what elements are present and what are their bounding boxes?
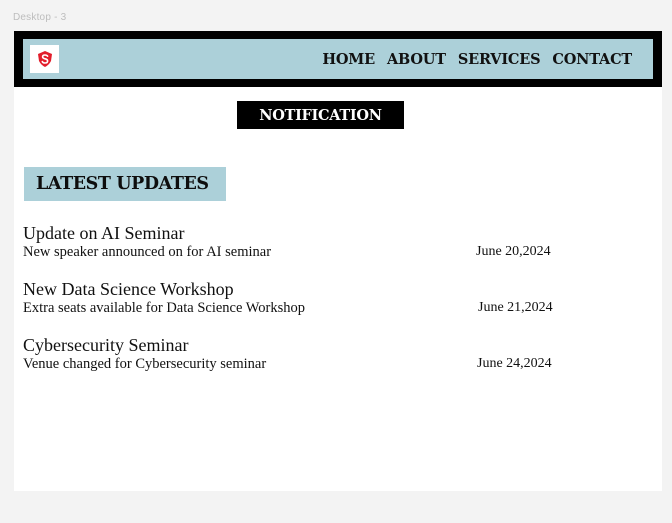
latest-updates-heading: LATEST UPDATES <box>24 167 226 201</box>
nav-links: HOME ABOUT SERVICES CONTACT <box>322 39 632 79</box>
update-title: Update on AI Seminar <box>23 223 185 243</box>
nav-home[interactable]: HOME <box>322 51 375 68</box>
update-date: June 24,2024 <box>477 356 552 371</box>
navbar: HOME ABOUT SERVICES CONTACT <box>14 31 662 87</box>
nav-contact[interactable]: CONTACT <box>552 51 632 68</box>
update-item: Cybersecurity Seminar Venue changed for … <box>23 335 583 373</box>
update-date: June 20,2024 <box>476 244 551 259</box>
nav-services[interactable]: SERVICES <box>458 51 541 68</box>
nav-about[interactable]: ABOUT <box>387 51 446 68</box>
frame-label: Desktop - 3 <box>13 12 67 23</box>
navbar-inner: HOME ABOUT SERVICES CONTACT <box>23 39 653 79</box>
page-frame: HOME ABOUT SERVICES CONTACT NOTIFICATION… <box>14 31 662 491</box>
update-item: Update on AI Seminar New speaker announc… <box>23 223 583 261</box>
logo-icon <box>37 51 52 67</box>
update-title: New Data Science Workshop <box>23 279 234 299</box>
update-date: June 21,2024 <box>478 300 553 315</box>
logo[interactable] <box>30 45 59 73</box>
notification-title: NOTIFICATION <box>237 101 404 129</box>
update-item: New Data Science Workshop Extra seats av… <box>23 279 583 317</box>
update-title: Cybersecurity Seminar <box>23 335 189 355</box>
